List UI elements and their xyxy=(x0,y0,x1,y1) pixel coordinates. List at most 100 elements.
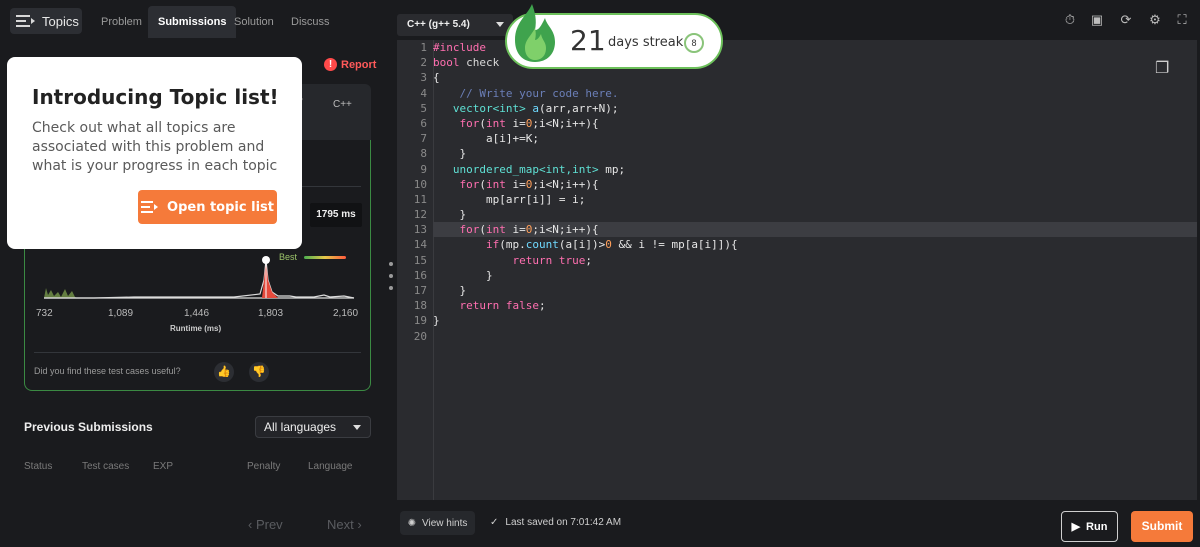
line-number: 9 xyxy=(420,162,427,176)
line-number: 2 xyxy=(420,56,427,70)
x-tick-label: 1,803 xyxy=(258,308,284,319)
last-saved-status: ✓ Last saved on 7:01:42 AM xyxy=(490,517,621,528)
editor-language-value: C++ (g++ 5.4) xyxy=(407,19,470,30)
topics-list-icon xyxy=(141,201,159,213)
code-line: return true; xyxy=(512,253,592,267)
language-filter-value: All languages xyxy=(264,420,337,434)
view-hints-label: View hints xyxy=(421,517,468,529)
column-header-status: Status xyxy=(24,461,53,472)
chart-line xyxy=(44,259,355,299)
report-link[interactable]: ! Report xyxy=(324,58,376,71)
language-tab-cpp[interactable]: C++ xyxy=(333,99,352,110)
line-number: 20 xyxy=(413,329,427,343)
column-header-language: Language xyxy=(308,461,353,472)
code-line: mp[arr[i]] = i; xyxy=(433,192,586,206)
current-submission-marker xyxy=(262,256,270,264)
column-header-penalty: Penalty xyxy=(247,461,281,472)
runtime-distribution-chart xyxy=(44,256,355,299)
column-header-test-cases: Test cases xyxy=(82,461,130,472)
run-button[interactable]: ▶ Run xyxy=(1061,511,1118,542)
chart-area-green xyxy=(44,288,78,298)
flame-icon xyxy=(515,4,555,62)
line-number: 1 xyxy=(420,41,427,54)
run-label: Run xyxy=(1086,520,1108,533)
x-tick-label: 1,446 xyxy=(184,308,210,319)
left-topbar: Topics Problem Submissions Solution Disc… xyxy=(0,0,385,42)
app-root: Topics Problem Submissions Solution Disc… xyxy=(0,0,1200,547)
line-number: 6 xyxy=(420,116,427,130)
line-number: 3 xyxy=(420,71,427,85)
open-topic-list-button[interactable]: Open topic list xyxy=(138,190,277,224)
lightbulb-icon: ✺ xyxy=(407,517,416,529)
code-line: return false; xyxy=(459,299,546,313)
submit-button[interactable]: Submit xyxy=(1131,511,1193,542)
code-line: } xyxy=(433,284,467,297)
settings-gear-icon[interactable]: ⚙ xyxy=(1147,12,1163,28)
thumbs-down-icon[interactable]: 👎 xyxy=(249,362,269,382)
save-icon[interactable]: ▣ xyxy=(1089,12,1105,28)
line-number: 8 xyxy=(420,147,427,161)
chevron-down-icon xyxy=(353,425,361,430)
checkmark-icon: ✓ xyxy=(490,517,499,528)
panel-resize-handle[interactable] xyxy=(389,262,393,290)
line-number: 4 xyxy=(420,86,427,100)
timer-icon[interactable]: ⏱ xyxy=(1062,12,1078,28)
runtime-value: 1795 ms xyxy=(310,203,362,227)
feedback-question: Did you find these test cases useful? xyxy=(34,366,181,376)
code-line: for(int i=0;i<N;i++){ xyxy=(433,222,1197,238)
editor-bottom-bar: ✺ View hints ✓ Last saved on 7:01:42 AM … xyxy=(397,505,1200,547)
handle-dot xyxy=(389,262,393,266)
code-line: // Write your code here. xyxy=(459,86,619,100)
fullscreen-icon[interactable]: ⛶ xyxy=(1174,12,1190,28)
code-line: } xyxy=(433,147,467,161)
x-axis-label: Runtime (ms) xyxy=(170,324,222,333)
reset-icon[interactable]: ⟳ xyxy=(1118,12,1134,28)
topic-list-popover: Introducing Topic list! Check out what a… xyxy=(7,57,302,249)
handle-dot xyxy=(389,286,393,290)
topics-button[interactable]: Topics xyxy=(10,8,82,34)
code-line: } xyxy=(433,208,467,222)
line-number-gutter: 1 2 3 4 5 6 7 8 9 10 11 12 13 14 15 16 1… xyxy=(397,40,433,344)
code-line: vector<int> a(arr,arr+N); xyxy=(452,101,619,115)
line-number: 5 xyxy=(420,101,427,115)
streak-badge: 8 xyxy=(684,33,704,53)
alert-icon: ! xyxy=(324,58,337,71)
tab-discuss[interactable]: Discuss xyxy=(281,6,340,38)
streak-days-count: 21 xyxy=(570,24,606,57)
code-line: unordered_map<int,int> mp; xyxy=(452,162,626,176)
best-gradient-bar xyxy=(304,256,346,259)
code-line: { xyxy=(433,71,440,85)
topics-label: Topics xyxy=(42,13,79,29)
x-tick-label: 1,089 xyxy=(108,308,134,319)
tab-solution[interactable]: Solution xyxy=(224,6,284,38)
code-line: for(int i=0;i<N;i++){ xyxy=(459,116,599,130)
tab-problem[interactable]: Problem xyxy=(91,6,152,38)
line-number: 15 xyxy=(413,253,427,267)
best-label: Best xyxy=(279,252,298,262)
editor-language-select[interactable]: C++ (g++ 5.4) xyxy=(397,14,513,36)
report-label: Report xyxy=(341,58,377,71)
code-line: for(int i=0;i<N;i++){ xyxy=(459,177,599,191)
next-page-button[interactable]: Next › xyxy=(327,517,362,532)
topics-list-icon xyxy=(16,15,35,27)
play-icon: ▶ xyxy=(1071,521,1081,533)
line-number: 13 xyxy=(413,223,427,237)
previous-submissions-title: Previous Submissions xyxy=(24,420,153,434)
line-number: 11 xyxy=(413,192,427,206)
line-number: 17 xyxy=(413,284,427,297)
view-hints-button[interactable]: ✺ View hints xyxy=(400,511,475,535)
prev-page-button[interactable]: ‹ Prev xyxy=(248,517,283,532)
line-number: 12 xyxy=(413,208,427,222)
streak-label: days streak xyxy=(608,35,684,50)
line-number: 7 xyxy=(420,132,427,146)
chart-area-red xyxy=(262,260,278,298)
language-filter-select[interactable]: All languages xyxy=(255,416,371,438)
thumbs-up-icon[interactable]: 👍 xyxy=(214,362,234,382)
line-number: 14 xyxy=(413,238,427,252)
code-content[interactable]: #include bool check{ // Write your code h… xyxy=(433,40,1197,344)
line-number: 19 xyxy=(413,314,427,328)
popover-title: Introducing Topic list! xyxy=(32,85,279,109)
popover-text: Check out what all topics are associated… xyxy=(32,120,278,174)
code-line: if(mp.count(a[i])>0 && i != mp[a[i]]){ xyxy=(485,238,738,252)
